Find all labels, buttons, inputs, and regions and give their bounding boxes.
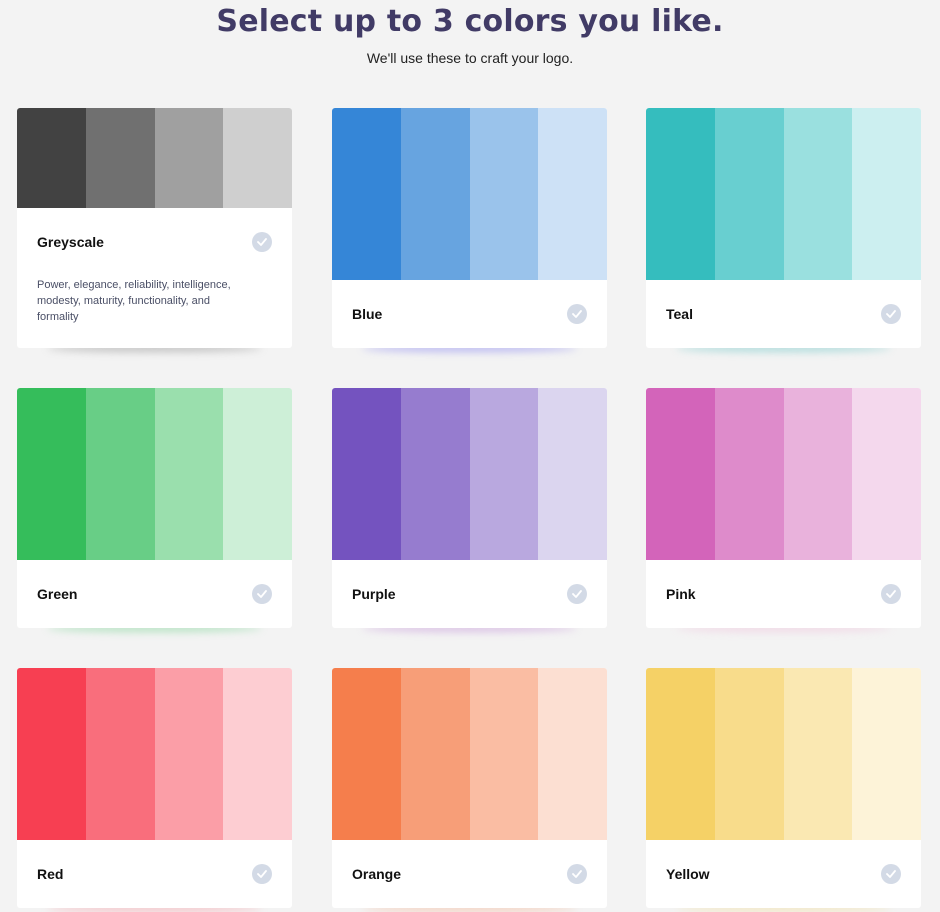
color-swatch (852, 388, 921, 560)
color-swatch (154, 388, 224, 560)
color-swatch (17, 388, 86, 560)
color-swatch (469, 108, 539, 280)
page-title: Select up to 3 colors you like. (216, 4, 724, 39)
check-circle-icon[interactable] (567, 584, 587, 604)
color-swatches (646, 668, 921, 840)
color-swatch (783, 108, 853, 280)
color-swatch (17, 668, 86, 840)
color-swatches (332, 108, 607, 280)
page-subtitle: We'll use these to craft your logo. (366, 50, 574, 66)
palette-card-greyscale[interactable]: Greyscale Power, elegance, reliability, i… (17, 108, 292, 348)
palette-name: Teal (666, 306, 693, 322)
color-swatches (646, 108, 921, 280)
color-swatch (538, 388, 607, 560)
color-swatch (714, 388, 784, 560)
color-swatch (85, 668, 155, 840)
color-swatch (469, 388, 539, 560)
palette-card-teal[interactable]: Teal (646, 108, 921, 348)
color-swatch (400, 668, 470, 840)
palette-card-yellow[interactable]: Yellow (646, 668, 921, 908)
palette-name: Pink (666, 586, 696, 602)
color-swatch (646, 668, 715, 840)
color-swatch (538, 668, 607, 840)
check-circle-icon[interactable] (881, 584, 901, 604)
palette-card-blue[interactable]: Blue (332, 108, 607, 348)
color-swatch (154, 108, 224, 208)
color-swatch (85, 108, 155, 208)
check-circle-icon[interactable] (252, 584, 272, 604)
palette-name: Red (37, 866, 64, 882)
color-swatch (332, 668, 401, 840)
check-circle-icon[interactable] (567, 304, 587, 324)
palette-name: Purple (352, 586, 396, 602)
color-swatches (332, 668, 607, 840)
palette-name: Blue (352, 306, 383, 322)
color-swatch (400, 388, 470, 560)
color-swatch (783, 388, 853, 560)
palette-name: Orange (352, 866, 402, 882)
color-swatch (223, 388, 292, 560)
palette-card-green[interactable]: Green (17, 388, 292, 628)
palette-card-orange[interactable]: Orange (332, 668, 607, 908)
check-circle-icon[interactable] (567, 864, 587, 884)
color-swatch (154, 668, 224, 840)
check-circle-icon[interactable] (881, 864, 901, 884)
color-swatch (223, 108, 292, 208)
color-swatches (646, 388, 921, 560)
palette-description: Power, elegance, reliability, intelligen… (37, 279, 231, 323)
color-swatch (223, 668, 292, 840)
color-swatch (714, 108, 784, 280)
palette-name: Yellow (666, 866, 710, 882)
color-swatch (469, 668, 539, 840)
color-swatch (538, 108, 607, 280)
color-swatch (646, 108, 715, 280)
color-swatches (17, 388, 292, 560)
color-swatches (17, 668, 292, 840)
palette-name: Greyscale (37, 234, 104, 250)
palette-name: Green (37, 586, 78, 602)
color-swatch (332, 388, 401, 560)
color-swatch (646, 388, 715, 560)
palette-card-pink[interactable]: Pink (646, 388, 921, 628)
color-swatch (400, 108, 470, 280)
check-circle-icon[interactable] (252, 232, 272, 252)
palette-card-red[interactable]: Red (17, 668, 292, 908)
color-swatch (85, 388, 155, 560)
color-swatch (783, 668, 853, 840)
color-swatch (852, 668, 921, 840)
palette-card-purple[interactable]: Purple (332, 388, 607, 628)
color-swatches (17, 108, 292, 208)
check-circle-icon[interactable] (252, 864, 272, 884)
check-circle-icon[interactable] (881, 304, 901, 324)
color-swatch (714, 668, 784, 840)
color-swatch (17, 108, 86, 208)
color-swatches (332, 388, 607, 560)
color-swatch (332, 108, 401, 280)
color-swatch (852, 108, 921, 280)
